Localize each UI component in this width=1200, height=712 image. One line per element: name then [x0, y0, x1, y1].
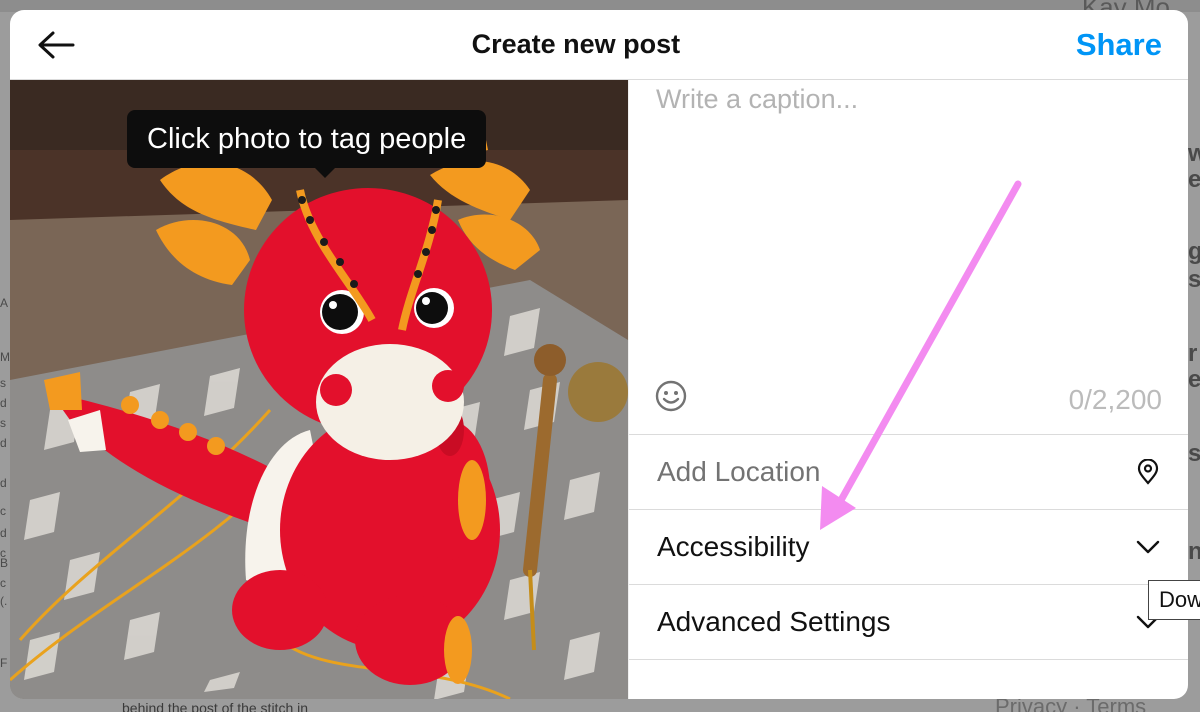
accessibility-label: Accessibility — [657, 531, 810, 562]
background-letter: e — [1188, 366, 1200, 393]
post-photo[interactable]: Click photo to tag people — [10, 80, 628, 699]
arrow-left-icon — [38, 31, 75, 58]
modal-title: Create new post — [471, 29, 681, 59]
modal-header: Create new post Share — [10, 10, 1188, 80]
background-letter: d — [0, 436, 7, 450]
add-location-label: Add Location — [657, 456, 821, 487]
tag-people-tooltip: Click photo to tag people — [127, 110, 487, 178]
location-pin-icon — [1134, 458, 1162, 486]
background-letter: d — [0, 476, 7, 490]
emoji-button[interactable] — [654, 379, 692, 417]
background-letter: s — [0, 376, 6, 390]
caption-section: 0/2,200 — [629, 80, 1188, 435]
advanced-settings-row[interactable]: Advanced Settings — [629, 585, 1188, 660]
caption-input[interactable] — [656, 84, 1156, 364]
background-letter: s — [0, 416, 6, 430]
share-button[interactable]: Share — [1076, 27, 1162, 63]
hover-tooltip: Dow — [1148, 580, 1200, 620]
add-location-row[interactable]: Add Location — [629, 435, 1188, 510]
modal-body: Click photo to tag people 0/2,200 Add Lo… — [10, 80, 1188, 699]
background-letter: B — [0, 556, 9, 570]
background-letter: d — [0, 396, 7, 410]
background-letter: r — [1188, 340, 1198, 367]
background-letter: n — [1188, 538, 1200, 565]
background-letter: s — [1188, 440, 1200, 467]
background-letter: w — [1188, 140, 1200, 167]
back-button[interactable] — [36, 25, 76, 65]
smiley-icon — [655, 380, 687, 412]
post-details-panel: 0/2,200 Add Location Accessibility — [628, 80, 1188, 699]
background-letter: g — [1188, 238, 1200, 265]
background-letter: s — [1188, 266, 1200, 293]
background-letter: A — [0, 296, 9, 310]
advanced-settings-label: Advanced Settings — [657, 606, 891, 637]
background-letter: c — [0, 576, 6, 590]
background-letter: d — [0, 526, 7, 540]
chevron-down-icon — [1134, 533, 1162, 561]
create-post-modal: Create new post Share Click photo to tag… — [10, 10, 1188, 699]
background-post-text: behind the post of the stitch in — [122, 700, 309, 712]
caption-character-count: 0/2,200 — [1068, 384, 1162, 415]
background-letter: F — [0, 656, 8, 670]
background-letter: M — [0, 350, 10, 364]
background-letter: e — [1188, 166, 1200, 193]
background-letter: (. — [0, 594, 8, 608]
background-letter: c — [0, 504, 6, 518]
accessibility-row[interactable]: Accessibility — [629, 510, 1188, 585]
